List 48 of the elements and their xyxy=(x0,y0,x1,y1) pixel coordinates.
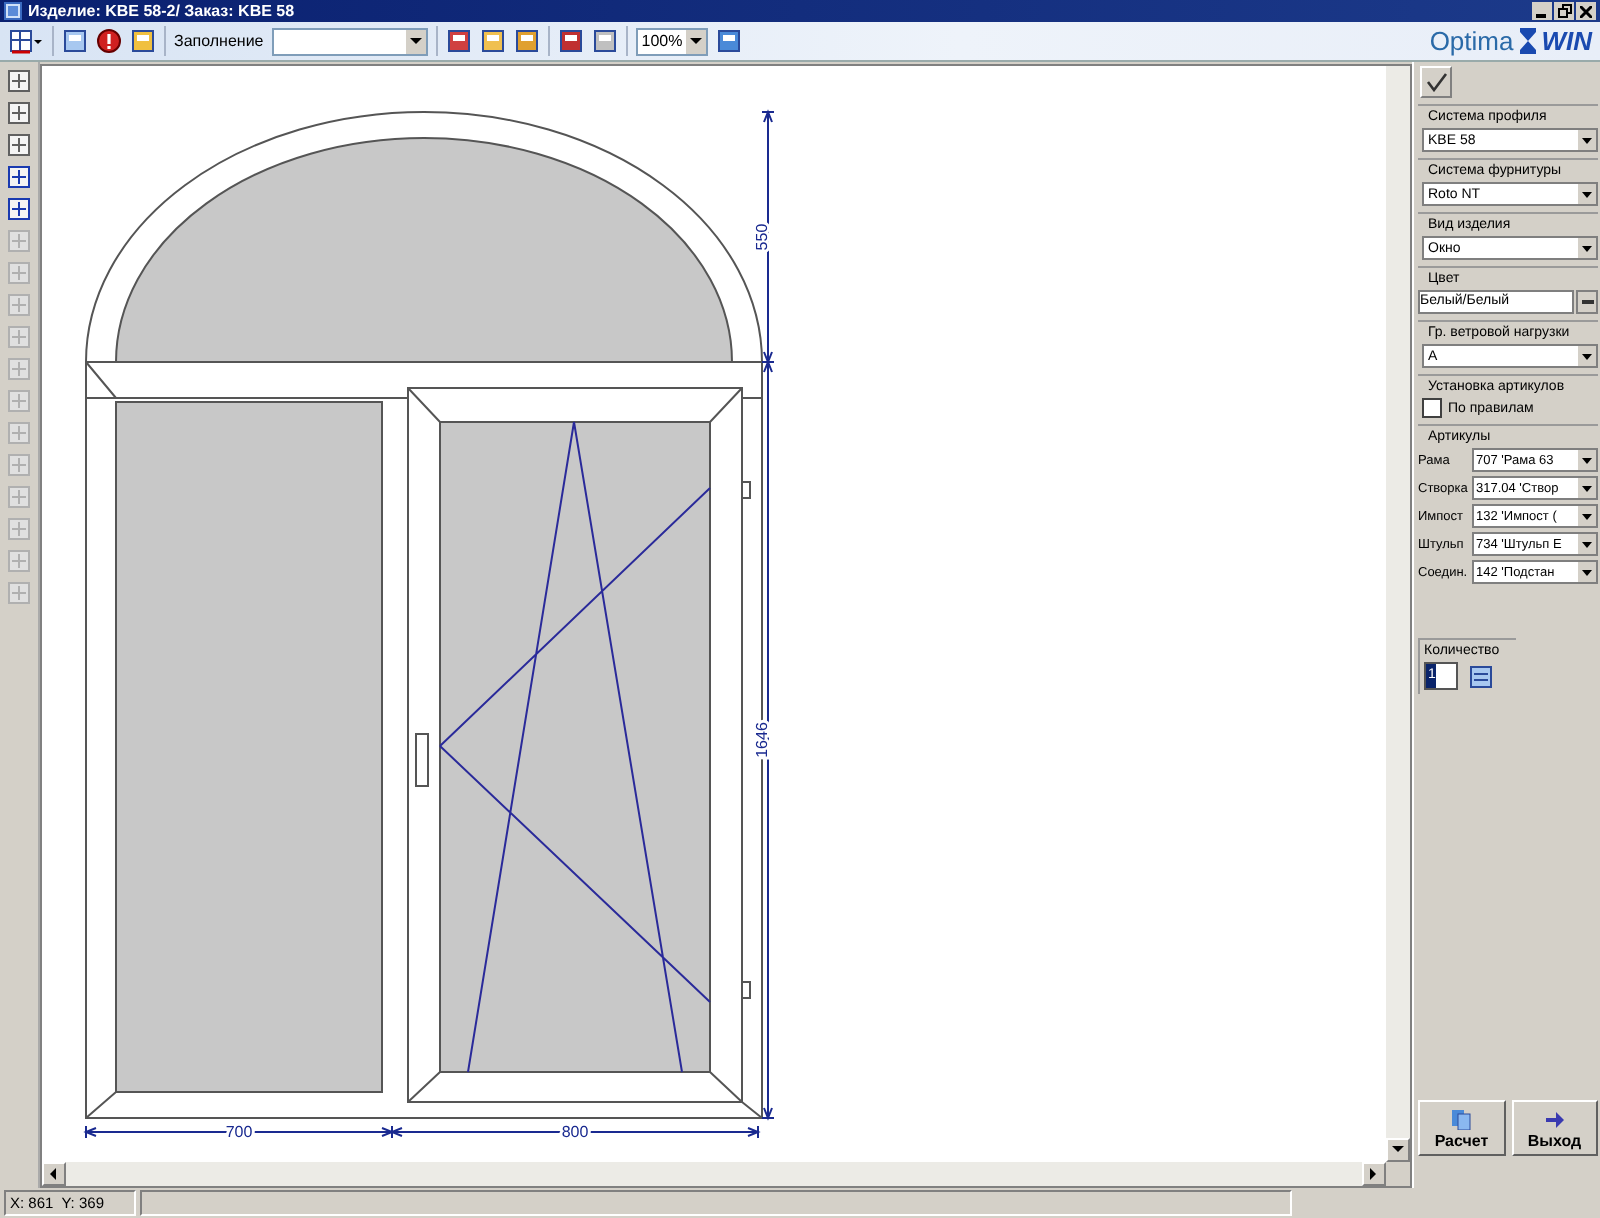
restore-icon xyxy=(1557,4,1571,18)
caret-icon xyxy=(50,1168,58,1180)
tool-icon[interactable] xyxy=(6,132,32,158)
frame-grid-icon[interactable] xyxy=(8,28,44,54)
caret-icon xyxy=(1370,1168,1378,1180)
dimension-label: 550 xyxy=(753,223,771,251)
caret-icon xyxy=(690,37,703,45)
brand-name: Optima xyxy=(1429,26,1514,56)
caret-icon xyxy=(409,37,422,45)
fill-dropdown[interactable] xyxy=(271,27,428,55)
close-icon xyxy=(1580,5,1592,17)
caret-icon xyxy=(1582,457,1592,463)
caret-icon xyxy=(1582,513,1592,519)
checkbox[interactable] xyxy=(1422,398,1442,418)
zoom-dropdown[interactable]: 100% xyxy=(635,27,709,55)
window-title: Изделие: KBE 58-2/ Заказ: KBE 58 xyxy=(28,2,297,20)
warning-icon[interactable] xyxy=(96,28,122,54)
color-picker-button[interactable] xyxy=(1576,290,1598,314)
tool-icon[interactable] xyxy=(6,100,32,126)
fill-label: Заполнение xyxy=(174,32,264,50)
scroll-down-button[interactable] xyxy=(1386,1138,1410,1162)
close-button[interactable] xyxy=(1576,2,1596,20)
app-icon xyxy=(4,2,22,20)
caret-icon xyxy=(1582,245,1592,251)
scroll-right-button[interactable] xyxy=(1362,1162,1386,1186)
checkmark-icon xyxy=(1425,72,1447,92)
tool-icon[interactable] xyxy=(6,196,32,222)
caret-icon xyxy=(1392,1146,1404,1154)
brand-suffix: WIN xyxy=(1541,26,1592,56)
caret-icon xyxy=(1582,353,1592,359)
dimension-label: 1646 xyxy=(753,722,771,758)
check-button[interactable] xyxy=(1420,66,1452,98)
hourglass-icon xyxy=(1519,28,1536,54)
caret-icon xyxy=(1582,569,1592,575)
exit-arrow-icon xyxy=(1543,1107,1566,1129)
caret-icon xyxy=(1582,541,1592,547)
tool-icon[interactable] xyxy=(6,68,32,94)
tool-icon[interactable] xyxy=(6,164,32,190)
documents-icon xyxy=(1450,1107,1473,1129)
dash-icon xyxy=(1581,300,1593,304)
caret-icon xyxy=(1582,137,1592,143)
calculate-button[interactable]: Расчет xyxy=(1418,1100,1505,1156)
scroll-left-button[interactable] xyxy=(42,1162,66,1186)
minimize-button[interactable] xyxy=(1532,2,1552,20)
exit-button[interactable]: Выход xyxy=(1511,1100,1598,1156)
caret-icon xyxy=(1582,191,1592,197)
restore-button[interactable] xyxy=(1554,2,1574,20)
caret-icon xyxy=(1582,485,1592,491)
